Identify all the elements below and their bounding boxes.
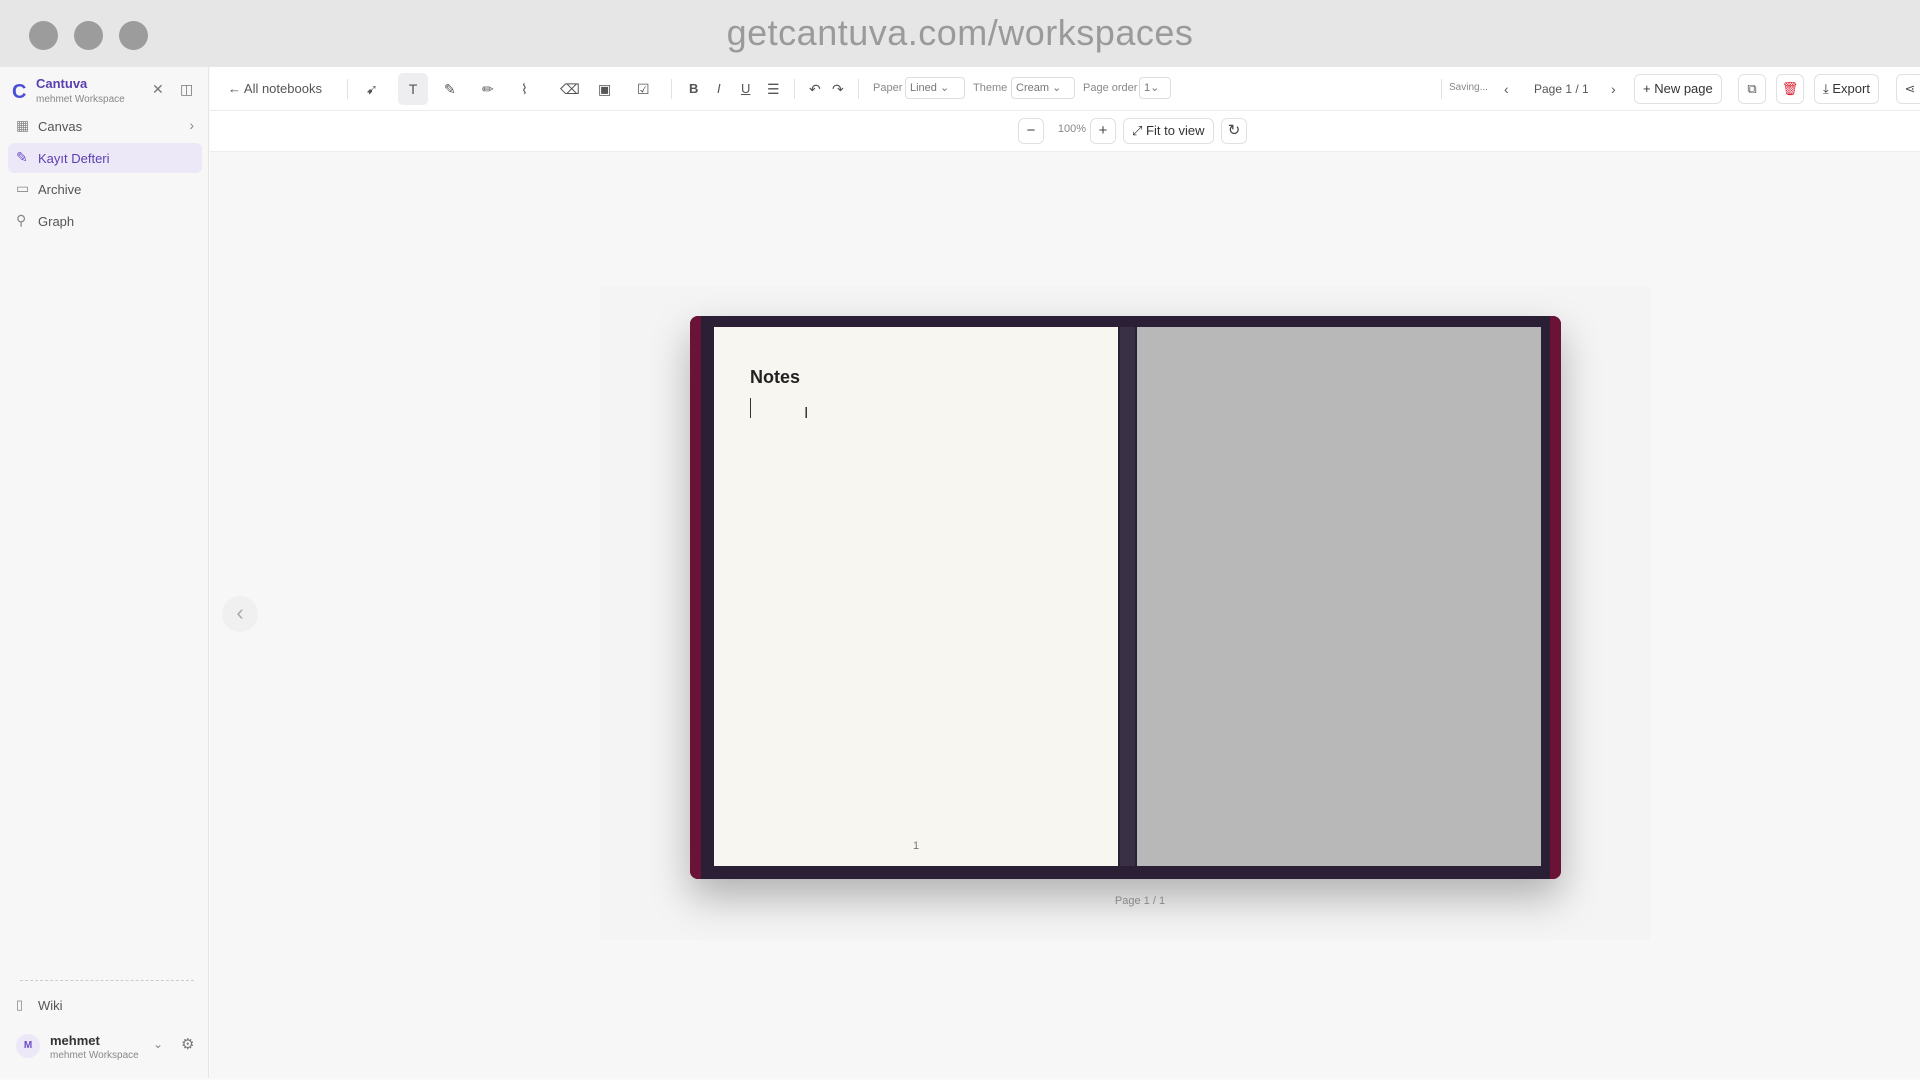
select-tool-icon[interactable]: ➹ [366, 78, 378, 100]
edit-icon: ✎ [16, 149, 28, 165]
brand-logo: C [12, 81, 27, 103]
unpin-icon[interactable]: ✕ [152, 81, 164, 98]
notebook-cover-right [1550, 316, 1561, 879]
paper-select[interactable]: Lined ⌄ [905, 77, 965, 99]
user-menu[interactable]: M mehmet mehmet Workspace ⌄ ⚙ [8, 1027, 202, 1067]
brand[interactable]: C Cantuva mehmet Workspace ✕ ◫ [10, 75, 200, 109]
underline-button[interactable]: U [741, 78, 750, 100]
page-indicator: Page 1 / 1 [1114, 895, 1166, 907]
canvas-area[interactable]: ‹ Notes I 1 Page 1 / 1 [210, 152, 1920, 1078]
page-order-select[interactable]: 1⌄ [1139, 77, 1171, 99]
text-cursor-icon: I [804, 405, 809, 422]
toolbar-divider [1441, 79, 1442, 99]
zoom-bar: − 100% + ⤢ Fit to view ↻ [210, 111, 1920, 152]
chevron-left-icon[interactable]: ‹ [222, 596, 258, 632]
image-tool-icon[interactable]: ▣ [598, 78, 611, 100]
sidebar-item-label: Kayıt Defteri [38, 151, 110, 166]
download-icon: ⤓ [1823, 81, 1829, 96]
zoom-in-button[interactable]: + [1090, 118, 1116, 144]
share-icon[interactable]: ⋖ [1896, 74, 1920, 104]
sidebar-item-label: Canvas [38, 119, 83, 134]
sidebar-item-kayit-defteri[interactable]: ✎ Kayıt Defteri [8, 143, 202, 173]
zoom-out-button[interactable]: − [1018, 118, 1044, 144]
pencil-tool-icon[interactable]: ✏ [482, 78, 494, 100]
next-page-icon[interactable]: › [1611, 78, 1616, 100]
paper-label: Paper [873, 82, 903, 94]
fit-to-view-button[interactable]: ⤢ Fit to view [1123, 118, 1214, 144]
sidebar-item-label: Wiki [38, 998, 63, 1013]
fit-to-view-label: Fit to view [1146, 123, 1205, 138]
trash-icon[interactable]: 🗑 [1776, 74, 1804, 104]
theme-select[interactable]: Cream ⌄ [1011, 77, 1075, 99]
expand-icon: ⤢ [1132, 123, 1143, 138]
grid-icon: ▦ [16, 117, 30, 133]
undo-icon[interactable]: ↶ [809, 78, 821, 100]
text-caret [750, 398, 751, 418]
export-button[interactable]: ⤓ Export [1814, 74, 1879, 104]
brand-workspace: mehmet Workspace [36, 94, 125, 105]
notebook-gutter [1120, 327, 1135, 866]
graph-icon: ⚲ [16, 212, 27, 228]
checkbox-tool-icon[interactable]: ☑ [637, 78, 650, 100]
toolbar-divider [794, 79, 795, 99]
notebook-cover-left [690, 316, 701, 879]
page-order-value: 1 [1144, 82, 1151, 94]
sidebar-item-graph[interactable]: ⚲ Graph [8, 206, 202, 236]
address-bar[interactable]: getcantuva.com/workspaces [0, 12, 1920, 54]
gear-icon[interactable]: ⚙ [181, 1035, 194, 1053]
collapse-sidebar-icon[interactable]: ◫ [180, 81, 193, 98]
toolbar-divider [858, 79, 859, 99]
brand-name: Cantuva [36, 76, 88, 91]
theme-select-value: Cream [1016, 82, 1050, 94]
zoom-level: 100% [1057, 123, 1087, 135]
italic-button[interactable]: I [717, 78, 721, 100]
page-counter: Page 1 / 1 [1534, 82, 1589, 96]
notebook-page-right [1137, 327, 1541, 866]
user-name: mehmet [50, 1033, 100, 1048]
chevron-right-icon: › [189, 117, 194, 133]
bold-button[interactable]: B [689, 78, 698, 100]
theme-label: Theme [973, 82, 1008, 94]
highlighter-tool-icon[interactable]: ⌇ [521, 78, 528, 100]
redo-icon[interactable]: ↷ [832, 78, 844, 100]
paper-select-value: Lined [910, 82, 937, 94]
new-page-button[interactable]: + New page [1634, 74, 1722, 104]
sidebar-divider [20, 980, 194, 981]
reset-zoom-button[interactable]: ↻ [1221, 118, 1247, 144]
eraser-tool-icon[interactable]: ⌫ [560, 78, 580, 100]
notebook: Notes I 1 [690, 316, 1561, 879]
prev-page-icon[interactable]: ‹ [1504, 78, 1509, 100]
sidebar-item-label: Graph [38, 214, 75, 229]
list-icon[interactable]: ☰ [767, 78, 780, 100]
sidebar-item-canvas[interactable]: ▦ Canvas › [8, 111, 202, 141]
sidebar-item-archive[interactable]: ▭ Archive [8, 174, 202, 204]
sidebar: C Cantuva mehmet Workspace ✕ ◫ ▦ Canvas … [0, 67, 209, 1078]
export-label: Export [1832, 81, 1870, 96]
chevron-down-icon[interactable]: ⌄ [153, 1037, 163, 1051]
save-status: Saving... [1449, 82, 1488, 93]
text-tool-icon[interactable]: T [398, 73, 428, 105]
all-notebooks-link[interactable]: ← All notebooks [228, 78, 322, 100]
notebook-page-left[interactable]: Notes I 1 [714, 327, 1118, 866]
toolbar-divider [347, 79, 348, 99]
page-number: 1 [912, 840, 920, 852]
book-icon: ▯ [16, 997, 24, 1012]
page-title[interactable]: Notes [750, 367, 800, 388]
archive-icon: ▭ [16, 180, 30, 196]
browser-titlebar: getcantuva.com/workspaces [0, 0, 1920, 67]
sidebar-item-label: Archive [38, 182, 82, 197]
editor-toolbar: ← All notebooks ➹ T ✎ ✏ ⌇ ⌫ ▣ ☑ B I U ☰ … [210, 67, 1920, 111]
toolbar-divider [671, 79, 672, 99]
sidebar-item-wiki[interactable]: ▯ Wiki [8, 991, 202, 1019]
page-order-label: Page order [1083, 82, 1138, 94]
duplicate-icon[interactable]: ⧉ [1738, 74, 1766, 104]
pen-tool-icon[interactable]: ✎ [444, 78, 456, 100]
avatar: M [16, 1034, 40, 1058]
user-workspace: mehmet Workspace [50, 1050, 139, 1061]
